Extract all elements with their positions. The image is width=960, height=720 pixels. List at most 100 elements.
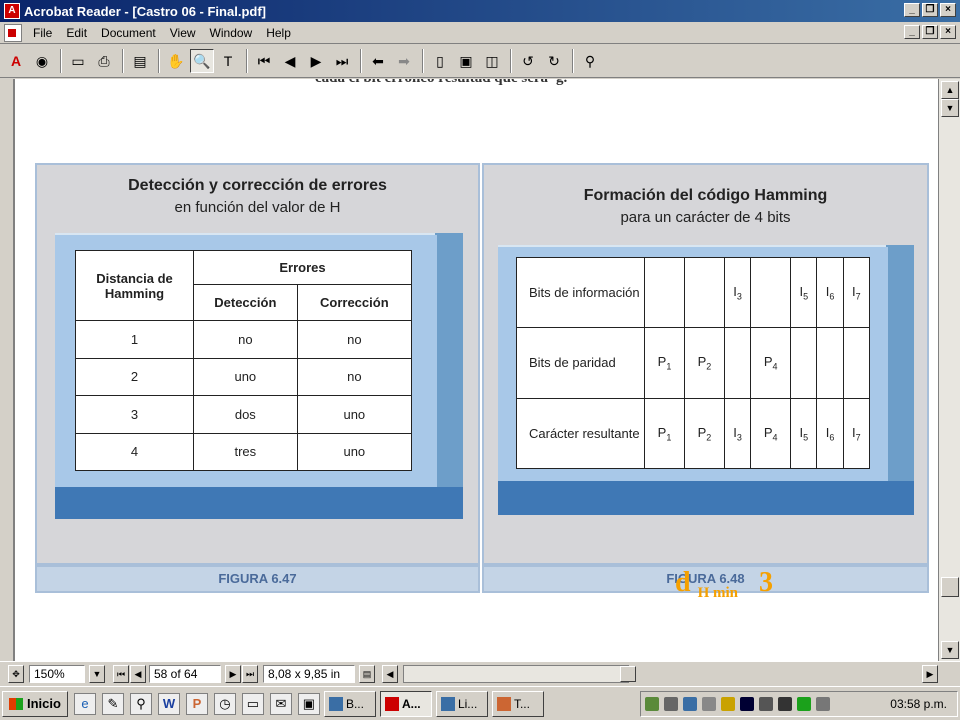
distance-cell: 3 xyxy=(75,395,194,434)
figure-6-48: Formación del código Hamming para un car… xyxy=(482,163,929,565)
last-page-icon[interactable]: ⏭ xyxy=(330,49,354,73)
zoom-dropdown-icon[interactable]: ▼ xyxy=(89,664,105,683)
open-icon[interactable]: ▭ xyxy=(66,49,90,73)
network-icon[interactable] xyxy=(645,697,659,711)
page-layout-icon[interactable]: ▤ xyxy=(359,664,375,683)
menu-file[interactable]: File xyxy=(26,26,59,40)
start-button[interactable]: Inicio xyxy=(2,690,68,717)
bit-cell: I7 xyxy=(842,397,871,470)
bit-cell: I7 xyxy=(842,256,871,329)
document-icon[interactable] xyxy=(4,23,22,42)
globe-icon[interactable]: ◉ xyxy=(30,49,54,73)
internet-explorer-icon[interactable]: e xyxy=(73,692,96,715)
doc-close-button[interactable]: × xyxy=(940,25,956,39)
hand-tool-icon[interactable]: ✋ xyxy=(164,49,188,73)
display-icon[interactable] xyxy=(683,697,697,711)
scroll-next-button[interactable]: ▼ xyxy=(941,99,959,117)
scroll-down-button[interactable]: ▼ xyxy=(941,641,959,659)
page-number-field[interactable]: 58 of 64 xyxy=(149,664,221,683)
bit-index: 1 xyxy=(666,432,672,443)
formula-d: d xyxy=(675,567,691,598)
go-back-icon[interactable]: ⬅ xyxy=(366,49,390,73)
row-label: Bits de información xyxy=(516,256,645,329)
menu-window[interactable]: Window xyxy=(203,26,260,40)
close-button[interactable]: × xyxy=(940,3,956,17)
mail-icon[interactable]: ✉ xyxy=(269,692,292,715)
notepad-icon[interactable]: ✎ xyxy=(101,692,124,715)
bit-letter: P xyxy=(763,424,773,440)
minimize-button[interactable]: _ xyxy=(904,3,920,17)
media-icon[interactable] xyxy=(740,697,754,711)
text-select-tool-icon[interactable]: T xyxy=(216,49,240,73)
fig48-panel-side xyxy=(886,245,914,515)
status-prev-page-icon[interactable]: ◀ xyxy=(130,664,146,683)
printer-icon[interactable] xyxy=(702,697,716,711)
resize-icon[interactable]: ✥ xyxy=(8,664,24,683)
go-forward-icon[interactable]: ➡ xyxy=(392,49,416,73)
document-area: cada el bit erróneo resultad que será 'g… xyxy=(0,79,938,661)
pen-icon[interactable] xyxy=(721,697,735,711)
clock-app-icon[interactable]: ◷ xyxy=(213,692,236,715)
vertical-scrollbar[interactable]: ▲ ▼ ▼ xyxy=(938,79,960,661)
bit-cell xyxy=(723,327,752,399)
fig47-panel-side xyxy=(435,233,463,519)
acrobat-logo-icon[interactable]: A xyxy=(4,49,28,73)
zoom-field[interactable]: 150% xyxy=(29,664,85,683)
presentation-icon[interactable]: ▣ xyxy=(297,692,320,715)
car-icon[interactable] xyxy=(778,697,792,711)
header-detection: Detección xyxy=(193,284,298,321)
rotate-left-icon[interactable]: ↺ xyxy=(516,49,540,73)
bit-index: 4 xyxy=(772,361,778,372)
task-button-3[interactable]: Li... xyxy=(435,690,488,717)
search-icon[interactable]: ⚲ xyxy=(129,692,152,715)
first-page-icon[interactable]: ⏮ xyxy=(252,49,276,73)
scroll-thumb[interactable] xyxy=(941,577,959,597)
previous-page-icon[interactable]: ◀ xyxy=(278,49,302,73)
hscroll-right-button[interactable]: ▶ xyxy=(922,664,938,683)
word-icon[interactable]: W xyxy=(157,692,180,715)
shield-icon[interactable] xyxy=(816,697,830,711)
hscroll-thumb[interactable] xyxy=(620,665,636,682)
powerpoint-icon[interactable]: P xyxy=(185,692,208,715)
doc-restore-button[interactable]: ❐ xyxy=(922,25,938,39)
print-icon[interactable]: ⎙ xyxy=(92,49,116,73)
status-first-page-icon[interactable]: ⏮ xyxy=(113,664,129,683)
menu-view[interactable]: View xyxy=(163,26,203,40)
bit-cell: I3 xyxy=(723,397,752,470)
bit-cell: P1 xyxy=(644,327,685,399)
fit-width-icon[interactable]: ◫ xyxy=(480,49,504,73)
bit-cell: P2 xyxy=(683,327,725,399)
colorful-app-icon[interactable] xyxy=(797,697,811,711)
rotate-right-icon[interactable]: ↻ xyxy=(542,49,566,73)
menu-document[interactable]: Document xyxy=(94,26,163,40)
task-button-acrobat[interactable]: A... xyxy=(379,690,432,717)
task-label: T... xyxy=(513,696,530,711)
bit-index: 3 xyxy=(736,291,742,302)
menu-edit[interactable]: Edit xyxy=(59,26,94,40)
show-bookmarks-icon[interactable]: ▤ xyxy=(128,49,152,73)
horizontal-scrollbar[interactable] xyxy=(403,664,636,683)
monitor-icon[interactable] xyxy=(759,697,773,711)
status-next-page-icon[interactable]: ▶ xyxy=(225,664,241,683)
menu-help[interactable]: Help xyxy=(259,26,298,40)
actual-size-icon[interactable]: ▯ xyxy=(428,49,452,73)
status-last-page-icon[interactable]: ⏭ xyxy=(242,664,258,683)
hscroll-left-button[interactable]: ◀ xyxy=(382,664,398,683)
fit-page-icon[interactable]: ▣ xyxy=(454,49,478,73)
folder-icon[interactable]: ▭ xyxy=(241,692,264,715)
volume-icon[interactable] xyxy=(664,697,678,711)
bit-cell xyxy=(750,256,792,329)
task-button-4[interactable]: T... xyxy=(491,690,544,717)
pdf-page[interactable]: cada el bit erróneo resultad que será 'g… xyxy=(15,79,938,661)
acrobat-app-icon[interactable]: A xyxy=(4,3,20,19)
find-icon[interactable]: ⚲ xyxy=(578,49,602,73)
doc-minimize-button[interactable]: _ xyxy=(904,25,920,39)
hamming-code-table: Bits de información I3 I5 I6 I7 Bits de parid… xyxy=(516,256,871,470)
zoom-tool-icon[interactable]: 🔍 xyxy=(190,49,214,73)
next-page-icon[interactable]: ▶ xyxy=(304,49,328,73)
bit-index: 5 xyxy=(803,432,809,443)
task-button-1[interactable]: B... xyxy=(323,690,376,717)
scroll-up-button[interactable]: ▲ xyxy=(941,81,959,99)
restore-button[interactable]: ❐ xyxy=(922,3,938,17)
bit-index: 2 xyxy=(706,432,712,443)
